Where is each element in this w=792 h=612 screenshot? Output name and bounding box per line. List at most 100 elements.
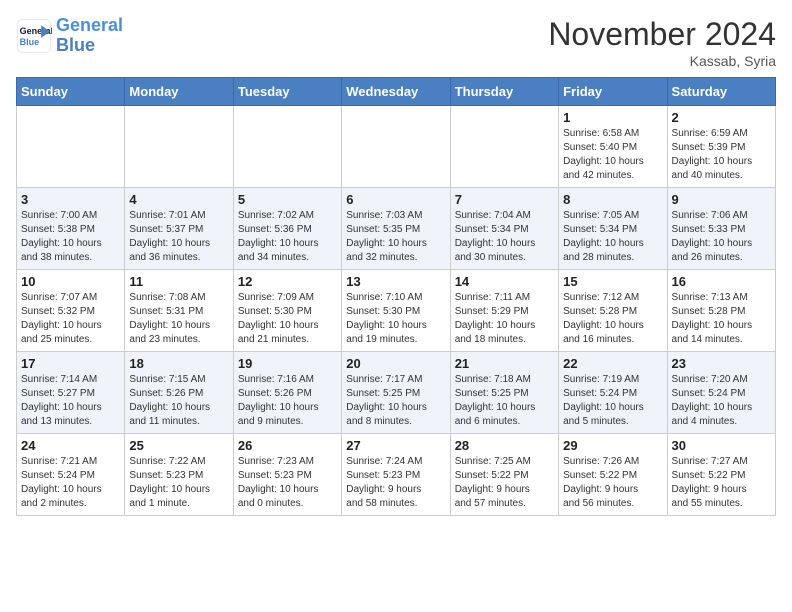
day-number: 21: [455, 356, 554, 371]
day-info: Sunrise: 7:20 AM Sunset: 5:24 PM Dayligh…: [672, 373, 771, 429]
day-cell: 9 Sunrise: 7:06 AM Sunset: 5:33 PM Daylig…: [667, 188, 775, 270]
day-info: Sunrise: 7:08 AM Sunset: 5:31 PM Dayligh…: [129, 291, 228, 347]
calendar-table: SundayMondayTuesdayWednesdayThursdayFrid…: [16, 77, 776, 516]
day-info: Sunrise: 7:18 AM Sunset: 5:25 PM Dayligh…: [455, 373, 554, 429]
day-info: Sunrise: 7:03 AM Sunset: 5:35 PM Dayligh…: [346, 209, 445, 265]
page-header: General Blue GeneralBlue November 2024 K…: [16, 16, 776, 69]
week-row-4: 17 Sunrise: 7:14 AM Sunset: 5:27 PM Dayli…: [17, 352, 776, 434]
logo-text: GeneralBlue: [56, 16, 123, 56]
day-info: Sunrise: 7:11 AM Sunset: 5:29 PM Dayligh…: [455, 291, 554, 347]
day-cell: 20Sunrise: 7:17 AM Sunset: 5:25 PM Dayli…: [342, 352, 450, 434]
day-cell: 26 Sunrise: 7:23 AM Sunset: 5:23 PM Dayli…: [233, 434, 341, 516]
day-number: 2: [672, 110, 771, 125]
day-cell: 13Sunrise: 7:10 AM Sunset: 5:30 PM Dayli…: [342, 270, 450, 352]
day-info: Sunrise: 7:00 AM Sunset: 5:38 PM Dayligh…: [21, 209, 120, 265]
day-number: 14: [455, 274, 554, 289]
day-number: 16: [672, 274, 771, 289]
day-info: Sunrise: 7:13 AM Sunset: 5:28 PM Dayligh…: [672, 291, 771, 347]
day-info: Sunrise: 7:26 AM Sunset: 5:22 PM Dayligh…: [563, 455, 662, 511]
day-cell: 4 Sunrise: 7:01 AM Sunset: 5:37 PM Daylig…: [125, 188, 233, 270]
day-cell: 30 Sunrise: 7:27 AM Sunset: 5:22 PM Dayli…: [667, 434, 775, 516]
day-number: 30: [672, 438, 771, 453]
day-cell: 19 Sunrise: 7:16 AM Sunset: 5:26 PM Dayli…: [233, 352, 341, 434]
day-number: 29: [563, 438, 662, 453]
day-number: 28: [455, 438, 554, 453]
week-row-5: 24Sunrise: 7:21 AM Sunset: 5:24 PM Dayli…: [17, 434, 776, 516]
day-info: Sunrise: 7:23 AM Sunset: 5:23 PM Dayligh…: [238, 455, 337, 511]
day-cell: 3 Sunrise: 7:00 AM Sunset: 5:38 PM Daylig…: [17, 188, 125, 270]
day-cell: 14 Sunrise: 7:11 AM Sunset: 5:29 PM Dayli…: [450, 270, 558, 352]
day-info: Sunrise: 7:27 AM Sunset: 5:22 PM Dayligh…: [672, 455, 771, 511]
day-cell: 15Sunrise: 7:12 AM Sunset: 5:28 PM Dayli…: [559, 270, 667, 352]
day-number: 18: [129, 356, 228, 371]
day-info: Sunrise: 7:09 AM Sunset: 5:30 PM Dayligh…: [238, 291, 337, 347]
week-row-3: 10 Sunrise: 7:07 AM Sunset: 5:32 PM Dayli…: [17, 270, 776, 352]
day-info: Sunrise: 7:19 AM Sunset: 5:24 PM Dayligh…: [563, 373, 662, 429]
day-info: Sunrise: 7:06 AM Sunset: 5:33 PM Dayligh…: [672, 209, 771, 265]
day-cell: 6 Sunrise: 7:03 AM Sunset: 5:35 PM Daylig…: [342, 188, 450, 270]
day-number: 11: [129, 274, 228, 289]
day-cell: 17 Sunrise: 7:14 AM Sunset: 5:27 PM Dayli…: [17, 352, 125, 434]
day-info: Sunrise: 7:24 AM Sunset: 5:23 PM Dayligh…: [346, 455, 445, 511]
weekday-header-monday: Monday: [125, 78, 233, 106]
day-cell: 27 Sunrise: 7:24 AM Sunset: 5:23 PM Dayli…: [342, 434, 450, 516]
weekday-header-friday: Friday: [559, 78, 667, 106]
day-number: 3: [21, 192, 120, 207]
day-info: Sunrise: 7:10 AM Sunset: 5:30 PM Dayligh…: [346, 291, 445, 347]
day-info: Sunrise: 7:25 AM Sunset: 5:22 PM Dayligh…: [455, 455, 554, 511]
day-number: 25: [129, 438, 228, 453]
day-info: Sunrise: 7:04 AM Sunset: 5:34 PM Dayligh…: [455, 209, 554, 265]
day-cell: 12 Sunrise: 7:09 AM Sunset: 5:30 PM Dayli…: [233, 270, 341, 352]
day-cell: [450, 106, 558, 188]
day-cell: 11 Sunrise: 7:08 AM Sunset: 5:31 PM Dayli…: [125, 270, 233, 352]
day-info: Sunrise: 7:22 AM Sunset: 5:23 PM Dayligh…: [129, 455, 228, 511]
day-cell: 10 Sunrise: 7:07 AM Sunset: 5:32 PM Dayli…: [17, 270, 125, 352]
day-cell: 2 Sunrise: 6:59 AM Sunset: 5:39 PM Daylig…: [667, 106, 775, 188]
day-number: 9: [672, 192, 771, 207]
logo: General Blue GeneralBlue: [16, 16, 123, 56]
day-number: 24: [21, 438, 120, 453]
day-number: 17: [21, 356, 120, 371]
day-cell: 24Sunrise: 7:21 AM Sunset: 5:24 PM Dayli…: [17, 434, 125, 516]
day-info: Sunrise: 7:02 AM Sunset: 5:36 PM Dayligh…: [238, 209, 337, 265]
weekday-header-thursday: Thursday: [450, 78, 558, 106]
weekday-header-row: SundayMondayTuesdayWednesdayThursdayFrid…: [17, 78, 776, 106]
weekday-header-sunday: Sunday: [17, 78, 125, 106]
weekday-header-tuesday: Tuesday: [233, 78, 341, 106]
day-number: 7: [455, 192, 554, 207]
logo-icon: General Blue: [16, 18, 52, 54]
day-info: Sunrise: 6:58 AM Sunset: 5:40 PM Dayligh…: [563, 127, 662, 183]
day-cell: 5 Sunrise: 7:02 AM Sunset: 5:36 PM Daylig…: [233, 188, 341, 270]
day-number: 5: [238, 192, 337, 207]
day-number: 19: [238, 356, 337, 371]
day-cell: 23Sunrise: 7:20 AM Sunset: 5:24 PM Dayli…: [667, 352, 775, 434]
day-number: 4: [129, 192, 228, 207]
day-cell: [342, 106, 450, 188]
svg-text:Blue: Blue: [20, 37, 40, 47]
day-number: 6: [346, 192, 445, 207]
day-info: Sunrise: 7:01 AM Sunset: 5:37 PM Dayligh…: [129, 209, 228, 265]
day-info: Sunrise: 7:12 AM Sunset: 5:28 PM Dayligh…: [563, 291, 662, 347]
day-cell: [17, 106, 125, 188]
day-number: 10: [21, 274, 120, 289]
day-number: 22: [563, 356, 662, 371]
month-title: November 2024: [548, 16, 776, 53]
day-info: Sunrise: 6:59 AM Sunset: 5:39 PM Dayligh…: [672, 127, 771, 183]
day-info: Sunrise: 7:14 AM Sunset: 5:27 PM Dayligh…: [21, 373, 120, 429]
day-info: Sunrise: 7:07 AM Sunset: 5:32 PM Dayligh…: [21, 291, 120, 347]
day-number: 12: [238, 274, 337, 289]
week-row-2: 3 Sunrise: 7:00 AM Sunset: 5:38 PM Daylig…: [17, 188, 776, 270]
weekday-header-saturday: Saturday: [667, 78, 775, 106]
weekday-header-wednesday: Wednesday: [342, 78, 450, 106]
location: Kassab, Syria: [548, 53, 776, 69]
day-cell: 21 Sunrise: 7:18 AM Sunset: 5:25 PM Dayli…: [450, 352, 558, 434]
day-number: 27: [346, 438, 445, 453]
day-number: 26: [238, 438, 337, 453]
day-cell: 22 Sunrise: 7:19 AM Sunset: 5:24 PM Dayli…: [559, 352, 667, 434]
day-cell: 16 Sunrise: 7:13 AM Sunset: 5:28 PM Dayli…: [667, 270, 775, 352]
day-cell: [233, 106, 341, 188]
title-block: November 2024 Kassab, Syria: [548, 16, 776, 69]
day-info: Sunrise: 7:16 AM Sunset: 5:26 PM Dayligh…: [238, 373, 337, 429]
day-number: 20: [346, 356, 445, 371]
day-info: Sunrise: 7:15 AM Sunset: 5:26 PM Dayligh…: [129, 373, 228, 429]
